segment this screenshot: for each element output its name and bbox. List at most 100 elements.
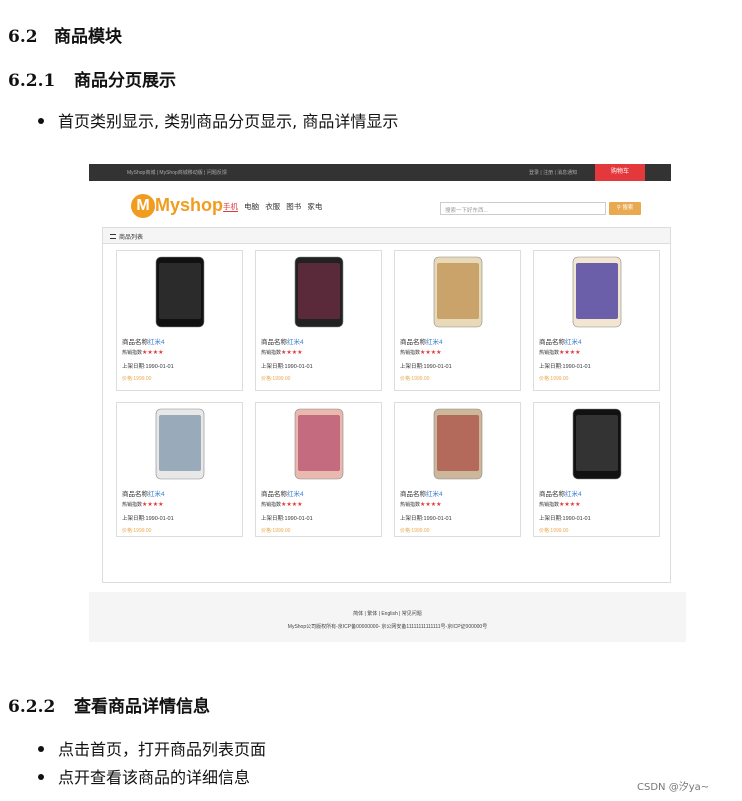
- top-bar-links[interactable]: MyShop商城 | MyShop商城移动版 | 问题反馈: [127, 169, 227, 176]
- product-card[interactable]: 商品名称红米4 热销指数★★★★ 上架日期:1990-01-01 价格:1999.00: [394, 250, 521, 391]
- nav-item-computer[interactable]: 电脑: [244, 202, 259, 211]
- section-heading: 6.2 商品模块: [8, 22, 122, 47]
- bullet-item: 首页类别显示, 类别商品分页显示, 商品详情显示: [38, 108, 398, 132]
- footer-copyright: MyShop公司版权所有-京ICP备00000000- 京公网安备1111111…: [287, 624, 488, 630]
- bullet-item: 点开查看该商品的详细信息: [38, 764, 250, 788]
- product-card[interactable]: 商品名称红米4 热销指数★★★★ 上架日期:1990-01-01 价格:1999.00: [255, 250, 382, 391]
- product-price: 价格:1999.00: [539, 376, 569, 382]
- product-price: 价格:1999.00: [122, 376, 152, 382]
- site-footer: 简体 | 繁体 | English | 常见问题 MyShop公司版权所有-京I…: [89, 592, 686, 642]
- product-name-link[interactable]: 红米4: [287, 491, 304, 498]
- nav-item-phone[interactable]: 手机: [223, 202, 238, 212]
- bullet-text: 点开查看该商品的详细信息: [58, 768, 251, 787]
- release-date: 上架日期:1990-01-01: [122, 364, 174, 370]
- product-name-line: 商品名称红米4: [122, 339, 165, 346]
- product-card[interactable]: 商品名称红米4 热销指数★★★★ 上架日期:1990-01-01 价格:1999.00: [533, 250, 660, 391]
- star-icon: ★★★★: [281, 350, 303, 356]
- subsection-number: 6.2.2: [8, 697, 56, 717]
- release-date: 上架日期:1990-01-01: [400, 516, 452, 522]
- product-name-line: 商品名称红米4: [400, 339, 443, 346]
- nav-item-appliances[interactable]: 家电: [307, 202, 322, 211]
- product-card[interactable]: 商品名称红米4 热销指数★★★★ 上架日期:1990-01-01 价格:1999.00: [394, 402, 521, 537]
- bullet-dot: [38, 773, 44, 780]
- subsection-heading-2: 6.2.2 查看商品详情信息: [8, 692, 210, 717]
- product-name-line: 商品名称红米4: [539, 491, 582, 498]
- product-panel: 商品列表 商品名称红米4 热销指数★★★★ 上架日期:1990-01-01 价格:19…: [102, 227, 671, 632]
- star-icon: ★★★★: [420, 350, 442, 356]
- product-card[interactable]: 商品名称红米4 热销指数★★★★ 上架日期:1990-01-01 价格:1999.00: [116, 402, 243, 537]
- search-button[interactable]: ⚲ 搜索: [609, 202, 641, 215]
- product-name-link[interactable]: 红米4: [148, 491, 165, 498]
- product-name-link[interactable]: 红米4: [287, 339, 304, 346]
- account-links[interactable]: 登录 | 注册 | 消息通知: [529, 169, 577, 176]
- product-card[interactable]: 商品名称红米4 热销指数★★★★ 上架日期:1990-01-01 价格:1999.00: [533, 402, 660, 537]
- nav-item-clothes[interactable]: 衣服: [265, 202, 280, 211]
- star-icon: ★★★★: [559, 350, 581, 356]
- product-price: 价格:1999.00: [539, 528, 569, 534]
- product-image[interactable]: [420, 255, 496, 329]
- product-name-link[interactable]: 红米4: [426, 339, 443, 346]
- logo-mark: M: [131, 194, 155, 218]
- release-date: 上架日期:1990-01-01: [539, 364, 591, 370]
- hot-index: 热销指数★★★★: [400, 350, 442, 356]
- product-price: 价格:1999.00: [400, 376, 430, 382]
- product-name-line: 商品名称红米4: [400, 491, 443, 498]
- product-image[interactable]: [281, 407, 357, 481]
- search-input[interactable]: 搜索一下好东西...: [440, 202, 606, 215]
- product-name-link[interactable]: 红米4: [148, 339, 165, 346]
- top-bar: MyShop商城 | MyShop商城移动版 | 问题反馈 登录 | 注册 | …: [89, 164, 671, 181]
- product-name-line: 商品名称红米4: [539, 339, 582, 346]
- hot-index: 热销指数★★★★: [122, 350, 164, 356]
- release-date: 上架日期:1990-01-01: [261, 516, 313, 522]
- star-icon: ★★★★: [420, 502, 442, 508]
- release-date: 上架日期:1990-01-01: [400, 364, 452, 370]
- product-name-link[interactable]: 红米4: [565, 491, 582, 498]
- product-image[interactable]: [559, 255, 635, 329]
- hot-index: 热销指数★★★★: [261, 350, 303, 356]
- star-icon: ★★★★: [281, 502, 303, 508]
- product-name-line: 商品名称红米4: [261, 491, 304, 498]
- product-price: 价格:1999.00: [261, 528, 291, 534]
- hot-index: 热销指数★★★★: [539, 502, 581, 508]
- release-date: 上架日期:1990-01-01: [539, 516, 591, 522]
- hot-index: 热销指数★★★★: [261, 502, 303, 508]
- bullet-text: 点击首页，打开商品列表页面: [58, 740, 267, 759]
- hot-index: 热销指数★★★★: [539, 350, 581, 356]
- bullet-dot: [38, 117, 44, 124]
- star-icon: ★★★★: [142, 350, 164, 356]
- subsection-number: 6.2.1: [8, 71, 56, 91]
- cart-button[interactable]: 购物车: [595, 164, 645, 181]
- product-price: 价格:1999.00: [400, 528, 430, 534]
- section-number: 6.2: [8, 27, 38, 47]
- product-name-line: 商品名称红米4: [122, 491, 165, 498]
- product-image[interactable]: [559, 407, 635, 481]
- logo-text: Myshop: [155, 195, 224, 215]
- bullet-text: 首页类别显示, 类别商品分页显示, 商品详情显示: [58, 112, 399, 131]
- section-title: 商品模块: [54, 27, 122, 47]
- release-date: 上架日期:1990-01-01: [122, 516, 174, 522]
- subsection-title: 商品分页展示: [74, 71, 176, 91]
- subsection-heading-1: 6.2.1 商品分页展示: [8, 66, 176, 91]
- list-icon: [110, 234, 116, 239]
- product-card[interactable]: 商品名称红米4 热销指数★★★★ 上架日期:1990-01-01 价格:1999.00: [255, 402, 382, 537]
- footer-links[interactable]: 简体 | 繁体 | English | 常见问题: [89, 610, 686, 617]
- nav-item-books[interactable]: 图书: [286, 202, 301, 211]
- product-image[interactable]: [420, 407, 496, 481]
- watermark: CSDN @汐ya~: [637, 782, 710, 793]
- embedded-screenshot: MyShop商城 | MyShop商城移动版 | 问题反馈 登录 | 注册 | …: [89, 164, 686, 642]
- product-name-line: 商品名称红米4: [261, 339, 304, 346]
- star-icon: ★★★★: [559, 502, 581, 508]
- product-image[interactable]: [142, 407, 218, 481]
- hot-index: 热销指数★★★★: [122, 502, 164, 508]
- panel-title: 商品列表: [119, 235, 144, 241]
- bullet-item: 点击首页，打开商品列表页面: [38, 736, 266, 760]
- product-name-link[interactable]: 红米4: [426, 491, 443, 498]
- hot-index: 热销指数★★★★: [400, 502, 442, 508]
- product-card[interactable]: 商品名称红米4 热销指数★★★★ 上架日期:1990-01-01 价格:1999.00: [116, 250, 243, 391]
- product-price: 价格:1999.00: [122, 528, 152, 534]
- product-image[interactable]: [142, 255, 218, 329]
- bullet-dot: [38, 745, 44, 752]
- product-name-link[interactable]: 红米4: [565, 339, 582, 346]
- category-nav: 手机 电脑 衣服 图书 家电: [223, 201, 326, 212]
- product-image[interactable]: [281, 255, 357, 329]
